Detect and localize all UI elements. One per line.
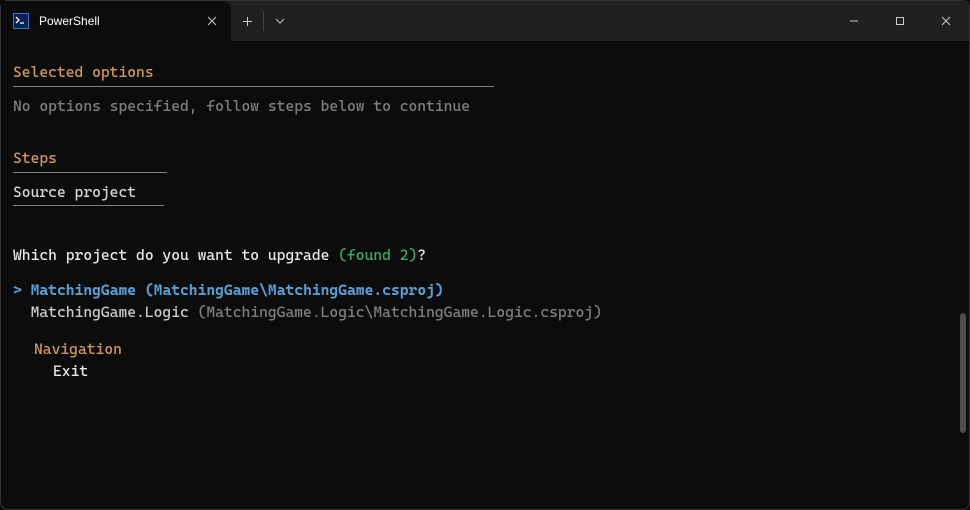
navigation-header: Navigation bbox=[13, 338, 957, 361]
close-button[interactable] bbox=[923, 1, 969, 41]
tab-dropdown-button[interactable] bbox=[264, 1, 296, 41]
selected-options-header: Selected options bbox=[13, 61, 494, 87]
tab-actions bbox=[231, 1, 296, 41]
tab-powershell[interactable]: PowerShell bbox=[1, 1, 231, 41]
nav-exit[interactable]: Exit bbox=[13, 360, 957, 383]
scrollbar-thumb[interactable] bbox=[960, 313, 966, 433]
titlebar: PowerShell bbox=[1, 1, 969, 41]
minimize-button[interactable] bbox=[831, 1, 877, 41]
option-name: MatchingGame bbox=[31, 281, 136, 299]
window-controls bbox=[831, 1, 969, 41]
option-path: (MatchingGame.Logic\MatchingGame.Logic.c… bbox=[198, 303, 602, 321]
option-name: MatchingGame.Logic bbox=[31, 303, 189, 321]
new-tab-button[interactable] bbox=[231, 1, 263, 41]
powershell-icon bbox=[13, 13, 29, 29]
maximize-button[interactable] bbox=[877, 1, 923, 41]
step-item: Source project bbox=[13, 181, 164, 207]
tab-close-button[interactable] bbox=[203, 12, 221, 30]
option-path: (MatchingGame\MatchingGame.csproj) bbox=[145, 281, 444, 299]
option-unselected[interactable]: MatchingGame.Logic (MatchingGame.Logic\M… bbox=[13, 301, 957, 324]
tab-title: PowerShell bbox=[39, 14, 193, 28]
prompt-suffix: ? bbox=[417, 246, 426, 264]
options-status-text: No options specified, follow steps below… bbox=[13, 95, 957, 118]
prompt-line: Which project do you want to upgrade (fo… bbox=[13, 244, 957, 267]
found-count: (found 2) bbox=[338, 246, 417, 264]
prompt-prefix: Which project do you want to upgrade bbox=[13, 246, 338, 264]
terminal-content: Selected options No options specified, f… bbox=[1, 41, 969, 509]
selection-marker-icon: > bbox=[13, 281, 22, 299]
option-selected[interactable]: > MatchingGame (MatchingGame\MatchingGam… bbox=[13, 279, 957, 302]
steps-header: Steps bbox=[13, 147, 167, 173]
